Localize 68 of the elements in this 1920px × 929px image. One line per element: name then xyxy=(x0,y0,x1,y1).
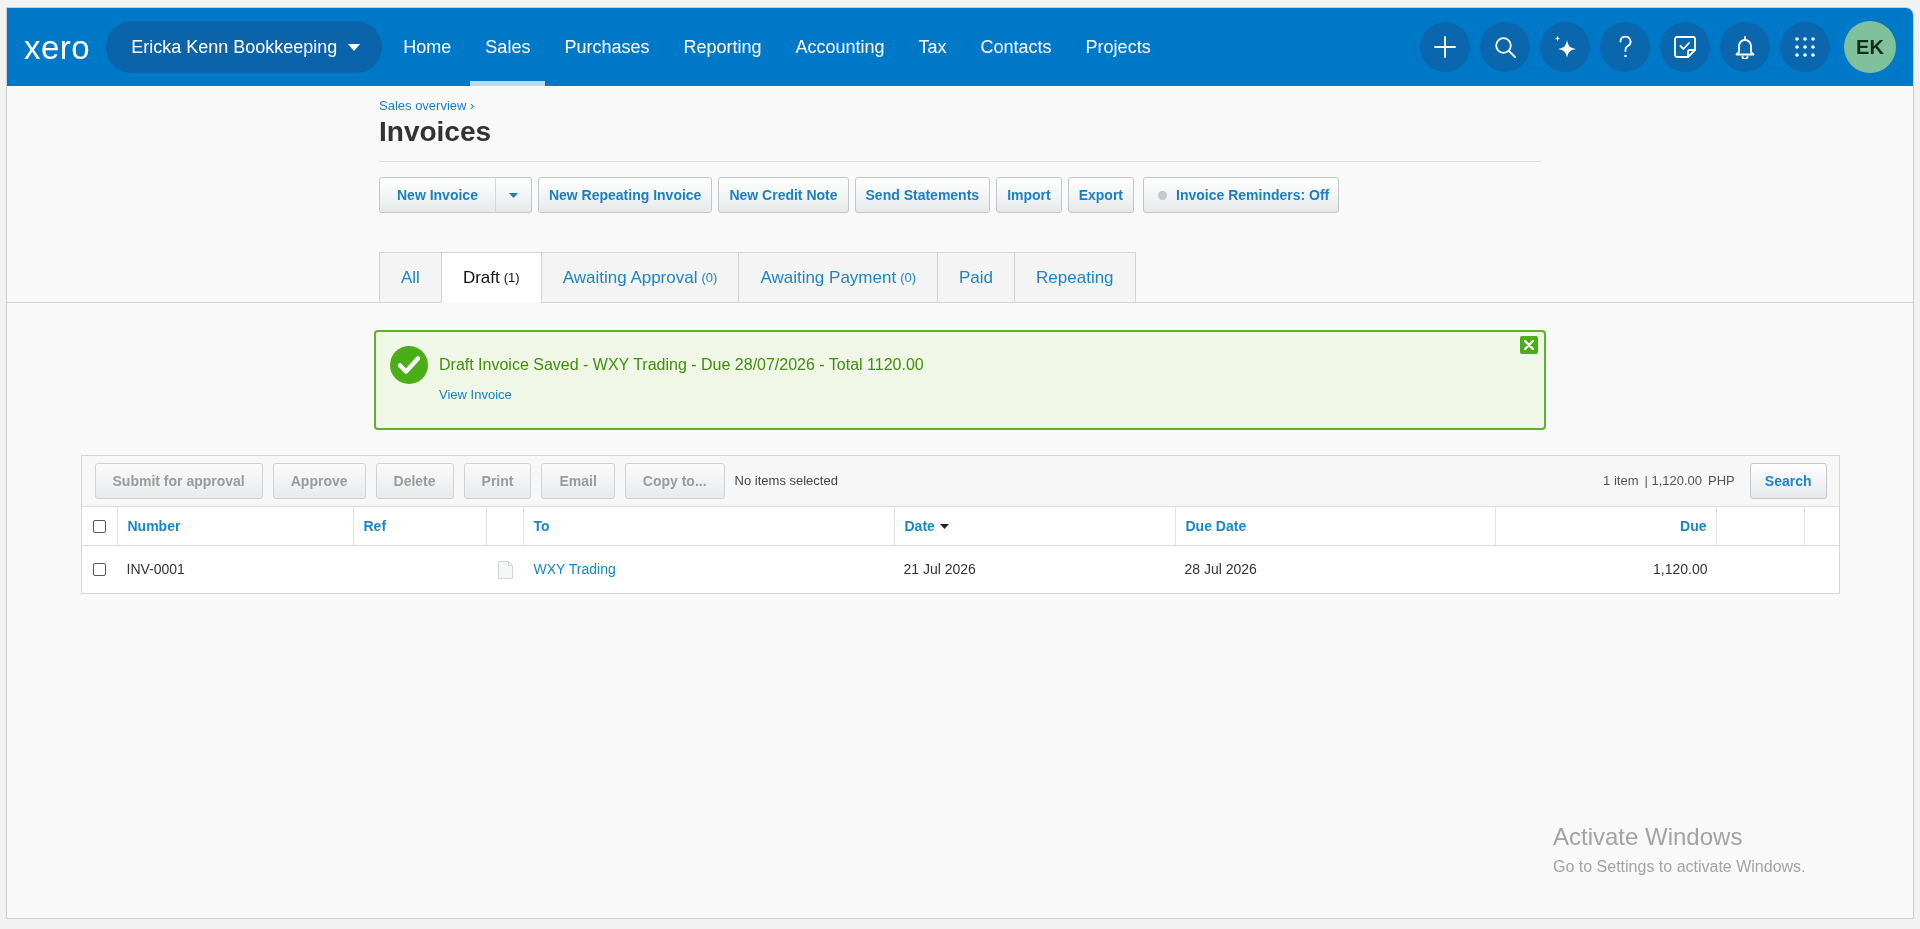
item-count: 1 item xyxy=(1603,472,1639,490)
assistant-button[interactable] xyxy=(1540,22,1590,72)
tab[interactable]: Repeating xyxy=(1014,252,1136,303)
nav-link[interactable]: Purchases xyxy=(547,8,667,86)
breadcrumb-link[interactable]: Sales overview › xyxy=(379,98,475,114)
column-header[interactable]: To xyxy=(523,507,894,545)
tab[interactable]: Awaiting Payment (0) xyxy=(738,252,939,303)
notifications-button[interactable] xyxy=(1720,22,1770,72)
caret-icon xyxy=(348,43,361,51)
contact-link[interactable]: WXY Trading xyxy=(533,559,616,580)
checkbox[interactable] xyxy=(93,563,106,576)
table-cell-text: INV-0001 xyxy=(126,560,185,579)
tab[interactable]: Awaiting Approval (0) xyxy=(540,252,740,303)
new-invoice-button[interactable]: New Invoice xyxy=(379,177,496,213)
search-button[interactable] xyxy=(1480,22,1530,72)
document-icon xyxy=(497,560,513,579)
dots-grid-icon xyxy=(1795,37,1815,57)
page-title: Invoices xyxy=(379,115,492,149)
selection-status: No items selected xyxy=(734,472,838,490)
nav-link[interactable]: Contacts xyxy=(963,8,1069,86)
check-circle-icon xyxy=(390,346,428,384)
organisation-switcher[interactable]: Ericka Kenn Bookkeeping xyxy=(106,21,383,73)
action-button[interactable]: Send Statements xyxy=(854,177,991,213)
nav-link[interactable]: Sales xyxy=(468,8,548,86)
help-icon xyxy=(1618,36,1632,58)
bell-icon xyxy=(1735,35,1755,59)
tab[interactable]: All xyxy=(379,252,442,303)
caret-icon xyxy=(508,192,518,198)
action-button[interactable]: Import xyxy=(996,177,1062,213)
search-button[interactable]: Search xyxy=(1749,463,1827,499)
notification-message: Draft Invoice Saved - WXY Trading - Due 28/07/2026 - Total 1120.00 xyxy=(439,355,924,375)
activation-hint: Go to Settings to activate Windows. xyxy=(1553,857,1806,877)
nav-link[interactable]: Accounting xyxy=(778,8,902,86)
plus-icon xyxy=(1434,36,1456,58)
column-header[interactable]: Due xyxy=(1495,507,1716,545)
tasks-button[interactable] xyxy=(1660,22,1710,72)
action-button[interactable]: New Repeating Invoice xyxy=(537,177,713,213)
nav-link[interactable]: Projects xyxy=(1068,8,1168,86)
nav-link[interactable]: Reporting xyxy=(666,8,779,86)
action-button[interactable]: Export xyxy=(1067,177,1135,213)
activation-title: Activate Windows xyxy=(1553,823,1743,851)
view-invoice-link[interactable]: View Invoice xyxy=(439,387,512,403)
reminders-toggle-button[interactable]: Invoice Reminders: Off xyxy=(1143,177,1340,213)
column-header[interactable]: Ref xyxy=(353,507,486,545)
nav-link[interactable]: Tax xyxy=(901,8,964,86)
search-icon xyxy=(1494,36,1516,58)
table-cell-text: 21 Jul 2026 xyxy=(903,560,976,579)
column-header[interactable]: Date xyxy=(894,507,1175,545)
apps-button[interactable] xyxy=(1780,22,1830,72)
sparkle-icon xyxy=(1553,35,1577,59)
table-cell-text: 1,120.00 xyxy=(1653,560,1708,579)
xero-logo[interactable]: xero xyxy=(24,30,91,64)
help-button[interactable] xyxy=(1600,22,1650,72)
note-check-icon xyxy=(1674,36,1696,58)
close-button[interactable] xyxy=(1520,336,1538,354)
tab[interactable]: Draft (1) xyxy=(440,252,542,303)
nav-link[interactable]: Home xyxy=(386,8,469,86)
total-amount: | 1,120.00 xyxy=(1644,472,1703,490)
action-button[interactable]: New Credit Note xyxy=(718,177,849,213)
add-button[interactable] xyxy=(1420,22,1470,72)
table-cell-text: 28 Jul 2026 xyxy=(1184,560,1257,579)
tab[interactable]: Paid xyxy=(937,252,1016,303)
column-header[interactable]: Number xyxy=(117,507,353,545)
currency-code: PHP xyxy=(1708,472,1735,490)
column-header[interactable]: Due Date xyxy=(1175,507,1495,545)
checkbox[interactable] xyxy=(92,519,106,533)
user-avatar[interactable]: EK xyxy=(1844,21,1896,73)
close-icon xyxy=(1524,340,1534,350)
